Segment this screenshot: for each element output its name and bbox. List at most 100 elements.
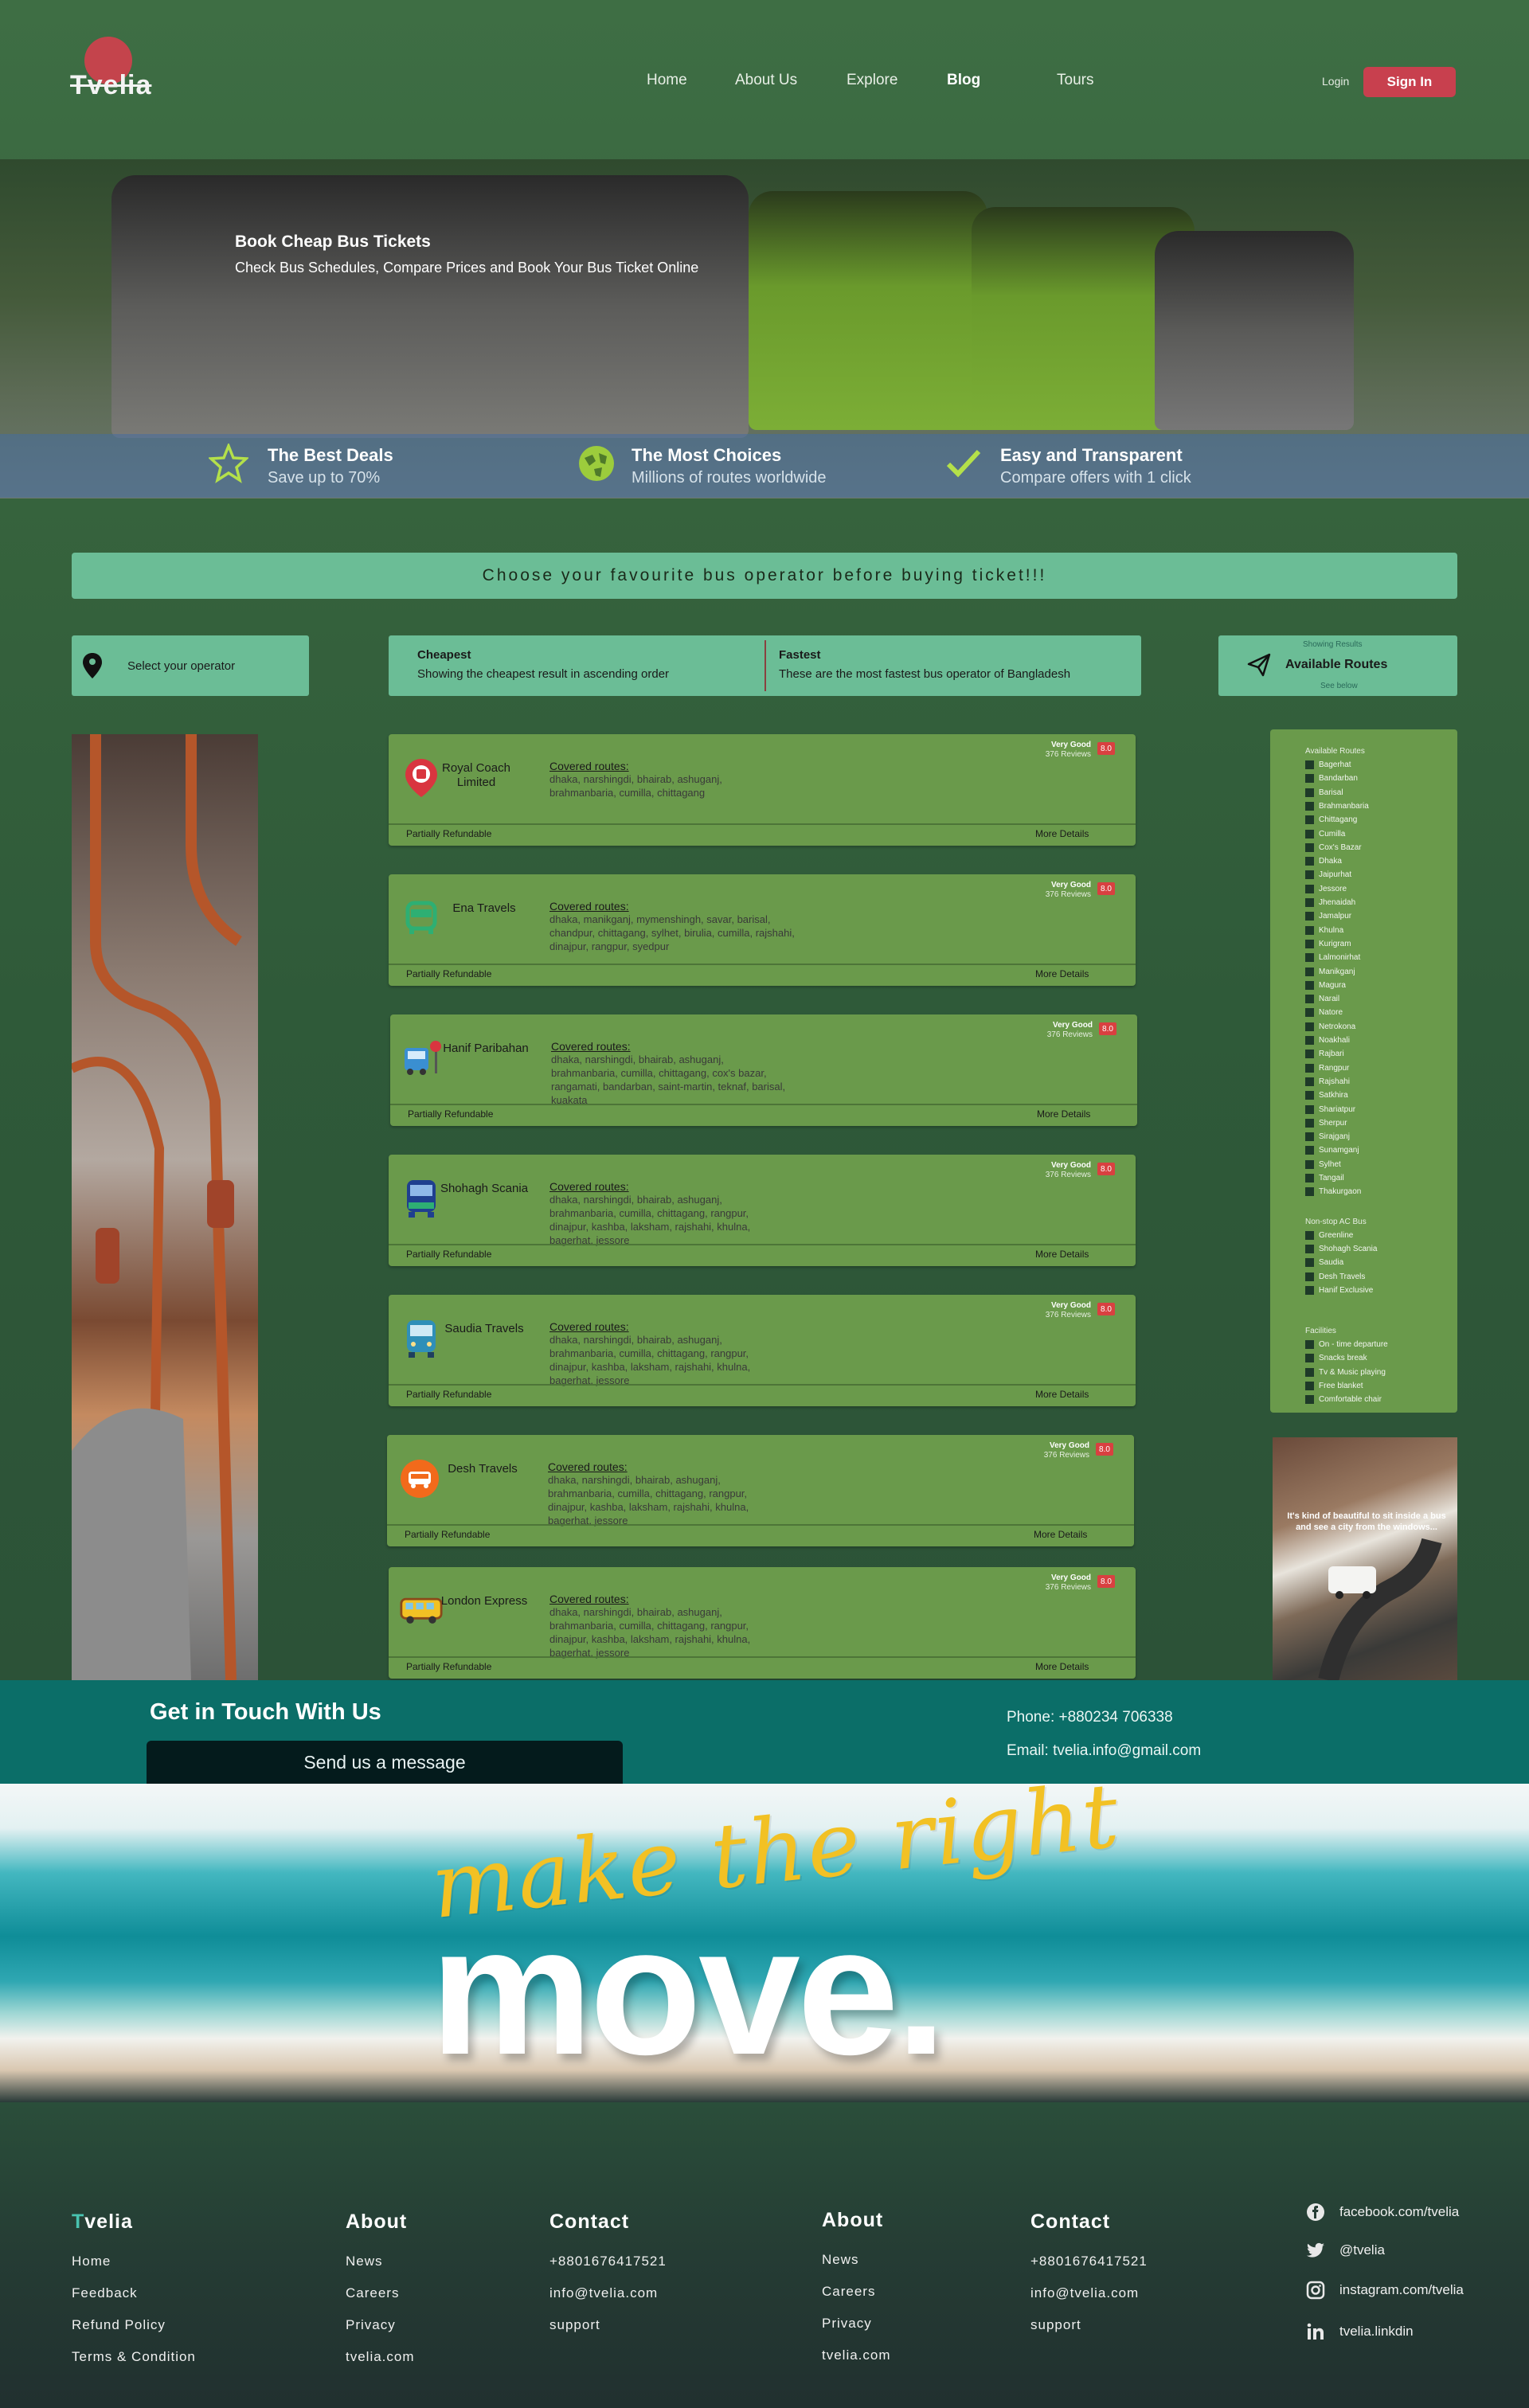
filter-option[interactable]: On - time departure: [1305, 1340, 1388, 1350]
filter-option[interactable]: Hanif Exclusive: [1305, 1285, 1373, 1295]
footer-link[interactable]: tvelia.com: [346, 2349, 415, 2365]
checkbox[interactable]: [1305, 1395, 1314, 1405]
operator-card[interactable]: Royal Coach Limited Covered routes: dhak…: [389, 734, 1136, 846]
filter-option[interactable]: Sylhet: [1305, 1159, 1341, 1169]
footer-link[interactable]: Feedback: [72, 2285, 138, 2301]
checkbox[interactable]: [1305, 1118, 1314, 1128]
operator-card[interactable]: Shohagh Scania Covered routes: dhaka, na…: [389, 1155, 1136, 1266]
footer-link[interactable]: Privacy: [822, 2316, 872, 2332]
filter-option[interactable]: Sunamganj: [1305, 1146, 1359, 1155]
nav-home[interactable]: Home: [647, 72, 687, 89]
checkbox[interactable]: [1305, 1036, 1314, 1045]
checkbox[interactable]: [1305, 1132, 1314, 1142]
more-details-link[interactable]: More Details: [1035, 1249, 1089, 1260]
filter-option[interactable]: Jamalpur: [1305, 912, 1351, 921]
checkbox[interactable]: [1305, 1174, 1314, 1182]
filter-option[interactable]: Satkhira: [1305, 1091, 1348, 1100]
checkbox[interactable]: [1305, 898, 1314, 907]
checkbox[interactable]: [1305, 1104, 1314, 1114]
send-message-button[interactable]: Send us a message: [147, 1741, 623, 1784]
filter-option[interactable]: Magura: [1305, 980, 1346, 990]
checkbox[interactable]: [1305, 1230, 1314, 1240]
filter-option[interactable]: Rajshahi: [1305, 1077, 1350, 1086]
operator-card[interactable]: Hanif Paribahan Covered routes: dhaka, n…: [390, 1014, 1137, 1126]
login-link[interactable]: Login: [1322, 75, 1349, 88]
footer-link[interactable]: +8801676417521: [1030, 2254, 1148, 2269]
filter-option[interactable]: Rajbari: [1305, 1050, 1344, 1059]
checkbox[interactable]: [1305, 1382, 1314, 1390]
filter-option[interactable]: Noakhali: [1305, 1036, 1350, 1045]
social-linkedin[interactable]: tvelia.linkdin: [1306, 2322, 1414, 2341]
checkbox[interactable]: [1305, 801, 1314, 811]
checkbox[interactable]: [1305, 1285, 1314, 1295]
filter-option[interactable]: Manikganj: [1305, 967, 1355, 976]
filter-option[interactable]: Shohagh Scania: [1305, 1244, 1377, 1253]
footer-link[interactable]: Careers: [822, 2284, 875, 2300]
operator-card[interactable]: London Express Covered routes: dhaka, na…: [389, 1567, 1136, 1679]
checkbox[interactable]: [1305, 980, 1314, 990]
filter-option[interactable]: Dhaka: [1305, 857, 1342, 866]
checkbox[interactable]: [1305, 1091, 1314, 1100]
footer-link[interactable]: Home: [72, 2254, 111, 2269]
checkbox[interactable]: [1305, 884, 1314, 893]
filter-option[interactable]: Sherpur: [1305, 1118, 1347, 1128]
footer-link[interactable]: Privacy: [346, 2317, 396, 2333]
footer-link[interactable]: Refund Policy: [72, 2317, 166, 2333]
checkbox[interactable]: [1305, 842, 1314, 852]
checkbox[interactable]: [1305, 1354, 1314, 1363]
checkbox[interactable]: [1305, 760, 1314, 769]
nav-about-us[interactable]: About Us: [735, 72, 797, 89]
checkbox[interactable]: [1305, 1340, 1314, 1350]
checkbox[interactable]: [1305, 967, 1314, 976]
nav-blog[interactable]: Blog: [947, 72, 980, 89]
checkbox[interactable]: [1305, 870, 1314, 880]
filter-option[interactable]: Brahmanbaria: [1305, 801, 1369, 811]
footer-link[interactable]: info@tvelia.com: [1030, 2285, 1139, 2301]
logo[interactable]: Tvelia: [70, 33, 158, 105]
filter-option[interactable]: Tangail: [1305, 1174, 1344, 1182]
checkbox[interactable]: [1305, 1258, 1314, 1268]
filter-option[interactable]: Khulna: [1305, 925, 1343, 935]
footer-link[interactable]: Terms & Condition: [72, 2349, 196, 2365]
checkbox[interactable]: [1305, 1367, 1314, 1377]
tab-fastest[interactable]: Fastest These are the most fastest bus o…: [766, 635, 1141, 696]
footer-link[interactable]: News: [346, 2254, 383, 2269]
social-facebook[interactable]: facebook.com/tvelia: [1306, 2203, 1459, 2222]
filter-option[interactable]: Bagerhat: [1305, 760, 1351, 769]
filter-option[interactable]: Kurigram: [1305, 939, 1351, 948]
filter-option[interactable]: Barisal: [1305, 788, 1343, 797]
filter-option[interactable]: Jhenaidah: [1305, 898, 1355, 907]
checkbox[interactable]: [1305, 1050, 1314, 1059]
filter-option[interactable]: Sirajganj: [1305, 1132, 1350, 1142]
filter-option[interactable]: Natore: [1305, 1008, 1343, 1018]
more-details-link[interactable]: More Details: [1035, 1389, 1089, 1400]
checkbox[interactable]: [1305, 1187, 1314, 1197]
filter-option[interactable]: Thakurgaon: [1305, 1187, 1361, 1197]
filter-option[interactable]: Cumilla: [1305, 829, 1345, 838]
filter-option[interactable]: Bandarban: [1305, 774, 1358, 784]
filter-option[interactable]: Free blanket: [1305, 1382, 1363, 1390]
filter-option[interactable]: Netrokona: [1305, 1022, 1355, 1031]
more-details-link[interactable]: More Details: [1037, 1108, 1090, 1120]
footer-link[interactable]: tvelia.com: [822, 2347, 891, 2363]
checkbox[interactable]: [1305, 1022, 1314, 1031]
checkbox[interactable]: [1305, 1077, 1314, 1086]
checkbox[interactable]: [1305, 1008, 1314, 1018]
checkbox[interactable]: [1305, 857, 1314, 866]
filter-option[interactable]: Chittagang: [1305, 815, 1357, 825]
footer-link[interactable]: support: [549, 2317, 600, 2333]
more-details-link[interactable]: More Details: [1035, 1661, 1089, 1672]
checkbox[interactable]: [1305, 1272, 1314, 1281]
filter-option[interactable]: Shariatpur: [1305, 1104, 1355, 1114]
filter-option[interactable]: Desh Travels: [1305, 1272, 1365, 1281]
more-details-link[interactable]: More Details: [1035, 828, 1089, 839]
operator-card[interactable]: Ena Travels Covered routes: dhaka, manik…: [389, 874, 1136, 986]
checkbox[interactable]: [1305, 829, 1314, 838]
available-routes-button[interactable]: Showing Results Available Routes See bel…: [1218, 635, 1457, 696]
checkbox[interactable]: [1305, 925, 1314, 935]
nav-tours[interactable]: Tours: [1057, 72, 1093, 89]
filter-option[interactable]: Lalmonirhat: [1305, 953, 1360, 963]
checkbox[interactable]: [1305, 939, 1314, 948]
filter-option[interactable]: Snacks break: [1305, 1354, 1367, 1363]
checkbox[interactable]: [1305, 788, 1314, 797]
